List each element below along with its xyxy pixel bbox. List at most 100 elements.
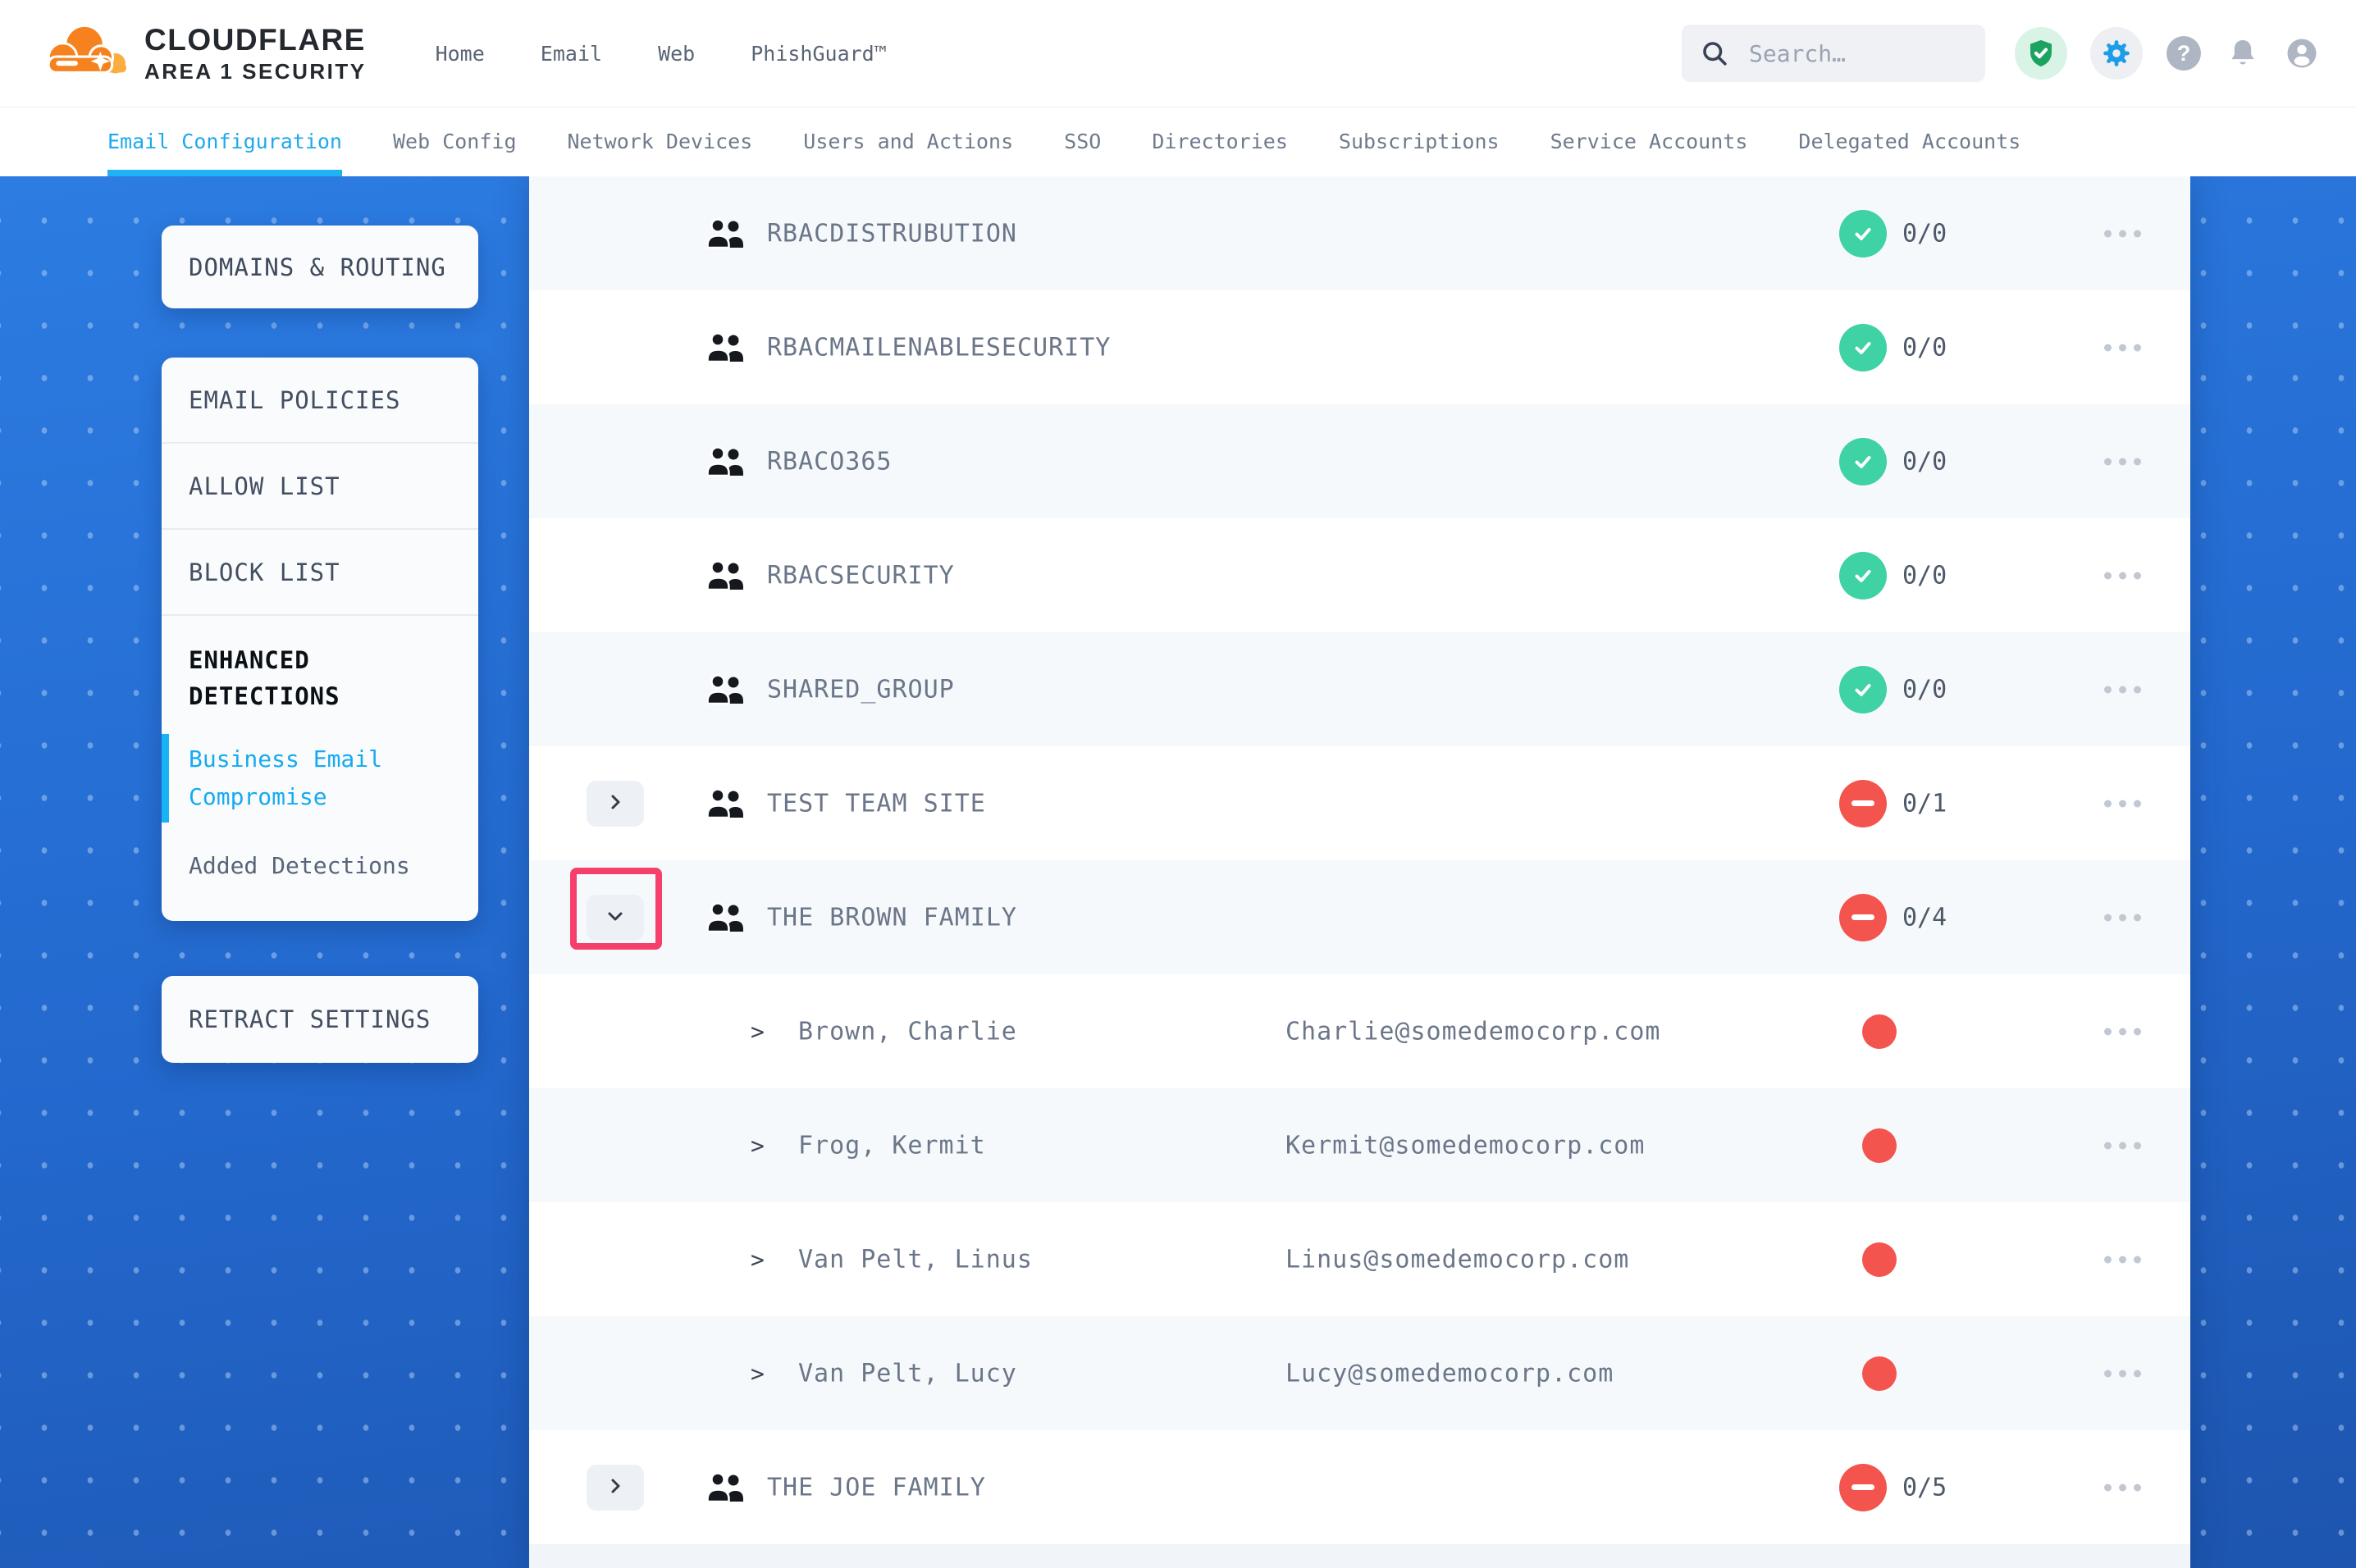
content-area: RBACDISTRUBUTION0/0 RBACMAILENABLESECURI… <box>0 176 2356 1568</box>
row-actions-menu ellipsis-icon[interactable] <box>2086 1358 2158 1388</box>
table-row-rbacmailenablesecurity: RBACMAILENABLESECURITY 0/0 <box>529 290 2190 404</box>
primary-nav: Home Email Web PhishGuard™ <box>436 42 887 66</box>
member-count: 0/4 <box>1902 903 1947 932</box>
status-dot-blocked <box>1862 1014 1897 1049</box>
member-email: Linus@somedemocorp.com <box>1285 1245 1629 1274</box>
partial-next-row <box>529 1544 2190 1568</box>
sidebar-item-block-list[interactable]: BLOCK LIST <box>162 530 478 616</box>
member-name: Brown, Charlie <box>798 1017 1017 1046</box>
expand-row-button[interactable] <box>587 781 644 827</box>
app-header: CLOUDFLARE AREA 1 SECURITY Home Email Web P… <box>0 0 2356 107</box>
shield-check-icon[interactable] <box>2015 27 2067 80</box>
status-dot-blocked <box>1862 1128 1897 1163</box>
check-icon <box>1851 449 1875 474</box>
policy-items: EMAIL POLICIESALLOW LISTBLOCK LIST <box>162 358 478 616</box>
group-name: RBACO365 <box>767 447 893 476</box>
status-badge-blocked <box>1839 780 1887 827</box>
header-icon-cluster: ? <box>2015 27 2320 80</box>
row-actions-menu ellipsis-icon[interactable] <box>2086 1130 2158 1160</box>
row-actions-menu ellipsis-icon[interactable] <box>2086 332 2158 362</box>
table-row-van-pelt-linus: >Van Pelt, LinusLinus@somedemocorp.com <box>529 1202 2190 1316</box>
row-actions-menu ellipsis-icon[interactable] <box>2086 674 2158 704</box>
member-email: Kermit@somedemocorp.com <box>1285 1131 1645 1160</box>
row-actions-menu ellipsis-icon[interactable] <box>2086 902 2158 932</box>
group-name: RBACMAILENABLESECURITY <box>767 333 1111 362</box>
tab-web-config[interactable]: Web Config <box>393 107 517 176</box>
row-actions-menu ellipsis-icon[interactable] <box>2086 788 2158 818</box>
group-name: THE JOE FAMILY <box>767 1473 986 1502</box>
member-count: 0/0 <box>1902 675 1947 704</box>
search-icon <box>1700 39 1729 68</box>
sidebar-item-allow-list[interactable]: ALLOW LIST <box>162 444 478 530</box>
brand-name: CLOUDFLARE <box>144 24 367 57</box>
check-icon <box>1851 335 1875 360</box>
tab-sso[interactable]: SSO <box>1064 107 1101 176</box>
member-count: 0/0 <box>1902 561 1947 590</box>
member-count: 0/0 <box>1902 219 1947 248</box>
group-icon <box>707 902 745 933</box>
table-row-rbaco365: RBACO365 0/0 <box>529 404 2190 518</box>
cloudflare-logo[interactable]: CLOUDFLARE AREA 1 SECURITY <box>39 21 367 85</box>
brand-subtitle: AREA 1 SECURITY <box>144 60 367 83</box>
sidebar-item-added-detections[interactable]: Added Detections <box>162 842 478 921</box>
sidebar-item-email-policies[interactable]: EMAIL POLICIES <box>162 358 478 444</box>
tab-network-devices[interactable]: Network Devices <box>568 107 753 176</box>
minus-icon <box>1851 914 1874 920</box>
member-count: 0/1 <box>1902 789 1947 818</box>
help-icon[interactable]: ? <box>2166 35 2202 71</box>
search-input[interactable] <box>1747 39 1967 68</box>
status-badge-allowed <box>1839 324 1887 371</box>
sidebar: DOMAINS & ROUTING EMAIL POLICIESALLOW LI… <box>162 176 478 1063</box>
search-box <box>1682 25 1985 82</box>
collapse-row-button[interactable] <box>587 895 644 941</box>
member-chevron-right-icon[interactable]: > <box>751 1018 765 1045</box>
avatar-icon[interactable] <box>2284 35 2320 71</box>
group-icon <box>707 674 745 705</box>
row-actions-menu ellipsis-icon[interactable] <box>2086 446 2158 476</box>
member-chevron-right-icon[interactable]: > <box>751 1246 765 1273</box>
sidebar-item-business-email-compromise[interactable]: Business Email Compromise <box>162 736 478 821</box>
group-icon <box>707 218 745 249</box>
nav-item-home[interactable]: Home <box>436 42 485 66</box>
member-count: 0/5 <box>1902 1473 1947 1502</box>
group-name: THE BROWN FAMILY <box>767 903 1017 932</box>
nav-item-phishguard[interactable]: PhishGuard™ <box>751 42 887 66</box>
member-email: Lucy@somedemocorp.com <box>1285 1359 1614 1388</box>
cloudflare-cloud-icon <box>39 21 131 85</box>
sidebar-item-retract-settings[interactable]: RETRACT SETTINGS <box>162 976 478 1063</box>
tab-directories[interactable]: Directories <box>1152 107 1288 176</box>
group-name: RBACSECURITY <box>767 561 955 590</box>
tab-service-accounts[interactable]: Service Accounts <box>1550 107 1748 176</box>
status-badge-blocked <box>1839 1464 1887 1511</box>
sidebar-item-domains-routing[interactable]: DOMAINS & ROUTING <box>162 226 478 308</box>
chevron-down-icon <box>605 906 625 928</box>
gear-icon[interactable] <box>2090 27 2143 80</box>
row-actions-menu ellipsis-icon[interactable] <box>2086 1016 2158 1046</box>
member-chevron-right-icon[interactable]: > <box>751 1360 765 1387</box>
tab-subscriptions[interactable]: Subscriptions <box>1339 107 1500 176</box>
expand-row-button[interactable] <box>587 1465 644 1511</box>
row-actions-menu ellipsis-icon[interactable] <box>2086 1472 2158 1502</box>
minus-icon <box>1851 800 1874 806</box>
directory-table: RBACDISTRUBUTION0/0 RBACMAILENABLESECURI… <box>529 176 2190 1568</box>
member-name: Frog, Kermit <box>798 1131 986 1160</box>
member-count: 0/0 <box>1902 333 1947 362</box>
member-chevron-right-icon[interactable]: > <box>751 1132 765 1159</box>
tab-email-configuration[interactable]: Email Configuration <box>107 107 342 176</box>
sidebar-section-enhanced-detections: ENHANCED DETECTIONS <box>162 616 478 714</box>
settings-tabbar: Email Configuration Web Config Network Dev… <box>0 107 2356 176</box>
row-actions-menu ellipsis-icon[interactable] <box>2086 1244 2158 1274</box>
nav-item-web[interactable]: Web <box>658 42 695 66</box>
status-badge-allowed <box>1839 210 1887 258</box>
table-row-van-pelt-lucy: >Van Pelt, LucyLucy@somedemocorp.com <box>529 1316 2190 1430</box>
row-actions-menu ellipsis-icon[interactable] <box>2086 560 2158 590</box>
header-right: ? <box>1682 25 2320 82</box>
tab-delegated-accounts[interactable]: Delegated Accounts <box>1798 107 2020 176</box>
status-dot-blocked <box>1862 1356 1897 1391</box>
row-actions-menu ellipsis-icon[interactable] <box>2086 218 2158 248</box>
table-row-rbacdistrubution: RBACDISTRUBUTION0/0 <box>529 176 2190 290</box>
tab-users-and-actions[interactable]: Users and Actions <box>803 107 1013 176</box>
nav-item-email[interactable]: Email <box>541 42 602 66</box>
member-count: 0/0 <box>1902 447 1947 476</box>
bell-icon[interactable] <box>2225 35 2261 71</box>
